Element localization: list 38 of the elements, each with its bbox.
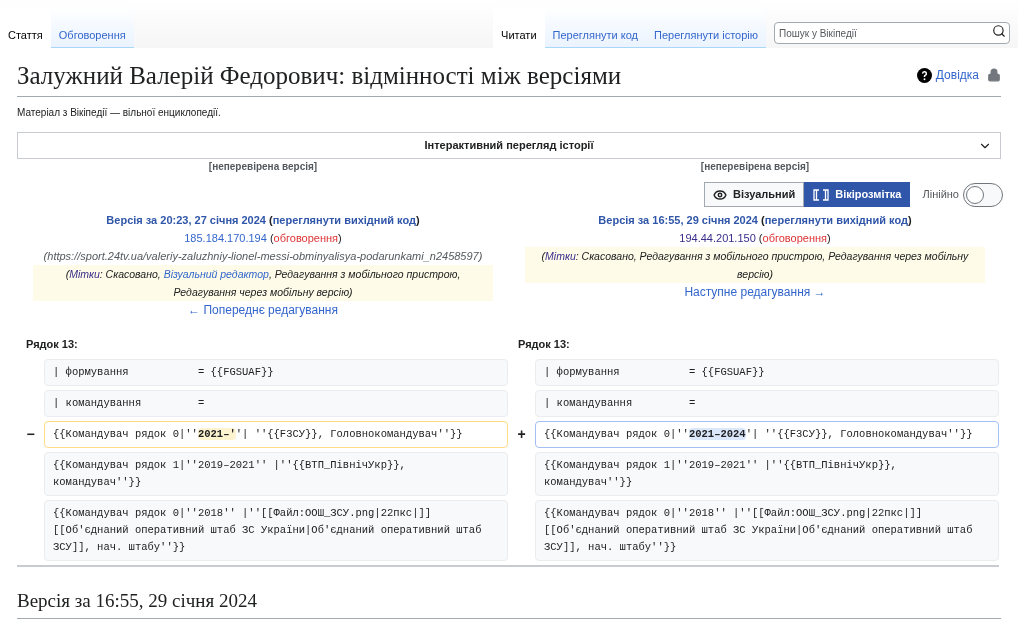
eye-icon	[713, 187, 727, 202]
section-heading: Версія за 16:55, 29 січня 2024	[17, 587, 1001, 619]
navigation-link[interactable]: Наступне редагування →	[684, 283, 826, 301]
view-source-link[interactable]: переглянути вихідний код	[764, 214, 908, 226]
lock-icon	[987, 68, 1001, 82]
unreviewed-label: [неперевірена версія]	[208, 160, 318, 174]
tags-link[interactable]: Мітки	[69, 268, 100, 280]
help-icon[interactable]	[916, 67, 932, 83]
line-number-label: Рядок 13:	[26, 338, 78, 350]
linear-label: Лінійно	[922, 187, 959, 203]
search-icon[interactable]	[992, 23, 1006, 38]
revision-heading: Версія за 20:23, 27 січня 2024 (переглянути вихідний код)	[106, 213, 420, 228]
user-link[interactable]: 185.184.170.194	[184, 232, 267, 244]
talk-link[interactable]: обговорення	[762, 232, 827, 244]
view-source-link[interactable]: переглянути вихідний код	[272, 214, 416, 226]
history-panel-header[interactable]: Інтерактивний перегляд історії	[17, 132, 1001, 159]
user-link[interactable]: 194.44.201.150	[679, 232, 756, 244]
linear-switch[interactable]	[963, 182, 1003, 207]
navigation-link[interactable]: ← Попереднє редагування	[188, 301, 338, 319]
view-mode-button[interactable]: Вікірозмітка	[804, 182, 911, 207]
unreviewed-label: [неперевірена версія]	[700, 160, 810, 174]
plus-marker: +	[517, 425, 526, 444]
user-line: 194.44.201.150 (обговорення)	[679, 231, 831, 246]
site-subtitle: Матеріал з Вікіпедії — вільної енциклопедії.	[17, 106, 222, 120]
edit-summary: (https://sport.24tv.ua/valeriy-zaluzhniy-lionel-messi-obminyalisya-podarunkami_n2458597)	[43, 249, 483, 264]
revision-heading: Версія за 16:55, 29 січня 2024 (переглянути вихідний код)	[598, 213, 912, 228]
user-line: 185.184.170.194 (обговорення)	[184, 231, 342, 246]
view-mode-button[interactable]: Візуальний	[704, 182, 805, 207]
search-field[interactable]: Пошук у Вікіпедії	[774, 22, 1010, 44]
page-title: Залужний Валерій Федорович: відмінності між версіями	[17, 61, 622, 91]
tags-link[interactable]: Мітки	[545, 250, 576, 262]
revision-link[interactable]: Версія за 16:55, 29 січня 2024	[598, 214, 758, 226]
tag-link[interactable]: Візуальний редактор	[163, 268, 269, 280]
line-number-label: Рядок 13:	[518, 338, 570, 350]
revision-link[interactable]: Версія за 20:23, 27 січня 2024	[106, 214, 266, 226]
help-link[interactable]: Довідка	[935, 66, 979, 84]
minus-marker: −	[26, 425, 35, 444]
brackets-icon	[813, 188, 830, 201]
